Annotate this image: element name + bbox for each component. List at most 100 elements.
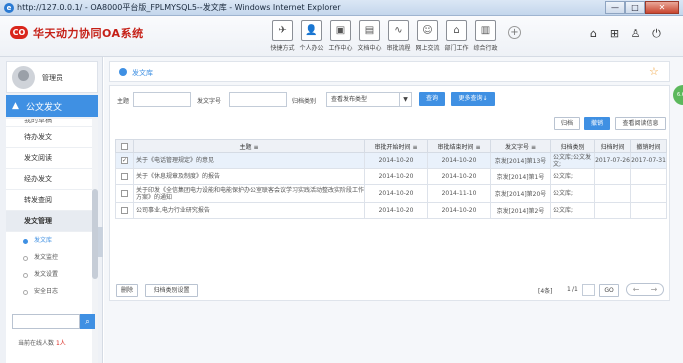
top-nav: ✈ 快捷方式 👤 个人办公 ▣ 工作中心 ▤ 文档中心 ∿ 审批流程 ☺ 网上交流 ⌂ 部门工… — [268, 20, 500, 52]
favorite-star-icon[interactable]: ☆ — [649, 65, 659, 78]
user-name: 管理员 — [42, 74, 63, 82]
sidebar-item-handled[interactable]: 经办发文 — [6, 169, 92, 190]
row-select-cell[interactable] — [115, 184, 134, 203]
row-checkbox[interactable]: ✓ — [121, 157, 128, 164]
nav-label: 个人办公 — [299, 45, 324, 52]
person-icon: 👤 — [301, 20, 322, 41]
add-icon[interactable]: + — [508, 26, 521, 39]
row-category: 公文库; — [550, 168, 595, 185]
archive-button[interactable]: 归档 — [554, 117, 580, 130]
user-card[interactable]: 管理员 — [6, 61, 98, 93]
nav-label: 部门工作 — [444, 45, 469, 52]
page-total: /1 — [572, 286, 578, 293]
archive-category-settings-button[interactable]: 归档类别设置 — [145, 284, 198, 297]
row-subject[interactable]: 关于《休息规章及制度》的报告 — [133, 168, 365, 185]
sidebar-item-reading[interactable]: 发文阅读 — [6, 148, 92, 169]
home-icon[interactable]: ⌂ — [583, 27, 604, 41]
breadcrumb-icon — [119, 68, 127, 76]
sidebar-sub-monitor[interactable]: 发文监控 — [6, 249, 92, 266]
page-current: 1 — [567, 286, 571, 293]
power-icon[interactable]: ⏻ — [646, 27, 667, 41]
shirt-icon[interactable]: ♙ — [625, 27, 646, 41]
maximize-button[interactable]: □ — [625, 1, 645, 14]
sidebar-collapse-handle[interactable] — [98, 227, 103, 257]
column-header-docno[interactable]: 发文字号 ≡ — [490, 139, 551, 153]
read-info-button[interactable]: 查看阅读信息 — [615, 117, 666, 130]
row-checkbox[interactable] — [121, 173, 128, 180]
nav-label: 网上交流 — [415, 45, 440, 52]
prev-page-icon[interactable]: ← — [633, 284, 640, 295]
nav-label: 文档中心 — [357, 45, 382, 52]
column-header-category: 归档类别 — [550, 139, 595, 153]
column-header-end[interactable]: 审批结束时间 ≡ — [427, 139, 491, 153]
nav-shortcuts[interactable]: ✈ 快捷方式 — [268, 20, 297, 52]
more-query-button[interactable]: 更多查询↓ — [451, 92, 495, 106]
ie-logo-icon: e — [4, 3, 14, 13]
module-header[interactable]: ▲ 公文发文 — [6, 95, 98, 117]
row-select-cell[interactable]: ✓ — [115, 152, 134, 169]
table-header-row: 主题 ≡ 审批开始时间 ≡ 审批结束时间 ≡ 发文字号 ≡ 归档类别 归档时间 … — [115, 139, 667, 153]
sidebar-item-pending[interactable]: 待办发文 — [6, 127, 92, 148]
select-all-header[interactable] — [115, 139, 134, 153]
table-row[interactable]: 关于《休息规章及制度》的报告 2014-10-20 2014-10-20 京发[… — [115, 168, 667, 185]
nav-administration[interactable]: ▥ 综合行政 — [471, 20, 500, 52]
category-label: 归档类别 — [292, 98, 317, 105]
row-select-cell[interactable] — [115, 202, 134, 219]
grid-icon[interactable]: ⊞ — [604, 27, 625, 41]
row-subject[interactable]: 关于《电话管理规定》的意见 — [133, 152, 365, 169]
sidebar-group-management[interactable]: 发文管理 — [6, 211, 92, 232]
row-revoked — [630, 168, 667, 185]
category-value: 查看发布类型 — [331, 96, 368, 103]
minimize-button[interactable]: — — [605, 1, 625, 14]
filter-bar: 主题 发文字号 归档类别 查看发布类型 ▼ 查询 更多查询↓ — [110, 92, 671, 108]
select-all-checkbox[interactable] — [121, 142, 128, 150]
subject-input[interactable] — [133, 92, 191, 107]
send-icon: ✈ — [272, 20, 293, 41]
breadcrumb-current[interactable]: 发文库 — [132, 68, 153, 78]
table-row[interactable]: 关于印发《全信集团电力设能和电能保护办公室联客会议学习实践活动整改实阶段工作方案… — [115, 184, 667, 203]
nav-personal-office[interactable]: 👤 个人办公 — [297, 20, 326, 52]
row-end: 2014-10-20 — [427, 168, 491, 185]
go-button[interactable]: GO — [599, 284, 619, 297]
sidebar-sub-library[interactable]: 发文库 — [6, 232, 92, 249]
docno-input[interactable] — [229, 92, 287, 107]
nav-work-center[interactable]: ▣ 工作中心 — [326, 20, 355, 52]
sidebar-sub-settings[interactable]: 发文设置 — [6, 266, 92, 283]
sidebar-item-forwarded[interactable]: 转发查阅 — [6, 190, 92, 211]
department-icon: ⌂ — [446, 20, 467, 41]
next-page-icon[interactable]: → — [651, 284, 658, 295]
row-subject[interactable]: 公司事业,电力行业研究报告 — [133, 202, 365, 219]
row-select-cell[interactable] — [115, 168, 134, 185]
row-archived — [594, 202, 631, 219]
search-icon[interactable]: ⌕ — [80, 314, 95, 329]
subject-label: 主题 — [117, 98, 130, 105]
logo-icon: CO — [10, 26, 28, 39]
page-input[interactable] — [582, 284, 595, 296]
row-checkbox[interactable] — [121, 207, 128, 214]
nav-document-center[interactable]: ▤ 文档中心 — [355, 20, 384, 52]
column-header-archived: 归档时间 — [594, 139, 631, 153]
nav-label: 快捷方式 — [270, 45, 295, 52]
sidebar-item-drafts[interactable]: 我的草稿 — [6, 119, 92, 127]
sidebar-search-input[interactable] — [12, 314, 80, 329]
table-row[interactable]: 公司事业,电力行业研究报告 2014-10-20 2014-10-20 京发[2… — [115, 202, 667, 219]
nav-department-work[interactable]: ⌂ 部门工作 — [442, 20, 471, 52]
delete-button[interactable]: 删除 — [116, 284, 138, 297]
table-row[interactable]: ✓ 关于《电话管理规定》的意见 2014-10-20 2014-10-20 京发… — [115, 152, 667, 169]
row-subject[interactable]: 关于印发《全信集团电力设能和电能保护办公室联客会议学习实践活动整改实阶段工作方案… — [133, 184, 365, 203]
row-category: 公文库;公文发文; — [550, 152, 595, 169]
column-header-start[interactable]: 审批开始时间 ≡ — [364, 139, 428, 153]
column-header-subject[interactable]: 主题 ≡ — [133, 139, 365, 153]
row-revoked: 2017-07-31 — [630, 152, 667, 169]
row-revoked — [630, 202, 667, 219]
nav-online-chat[interactable]: ☺ 网上交流 — [413, 20, 442, 52]
sidebar: 管理员 ▲ 公文发文 我的草稿 待办发文 发文阅读 经办发文 转发查阅 发文管理… — [0, 57, 103, 363]
row-checkbox[interactable] — [121, 190, 128, 197]
sidebar-sub-security-log[interactable]: 安全日志 — [6, 283, 92, 300]
revoke-button[interactable]: 撤销 — [584, 117, 610, 130]
query-button[interactable]: 查询 — [419, 92, 445, 106]
nav-approval-flow[interactable]: ∿ 审批流程 — [384, 20, 413, 52]
close-button[interactable]: ✕ — [645, 1, 679, 14]
category-select[interactable]: 查看发布类型 ▼ — [326, 92, 412, 107]
document-panel: 主题 发文字号 归档类别 查看发布类型 ▼ 查询 更多查询↓ 归档 撤销 查看阅… — [109, 85, 670, 301]
